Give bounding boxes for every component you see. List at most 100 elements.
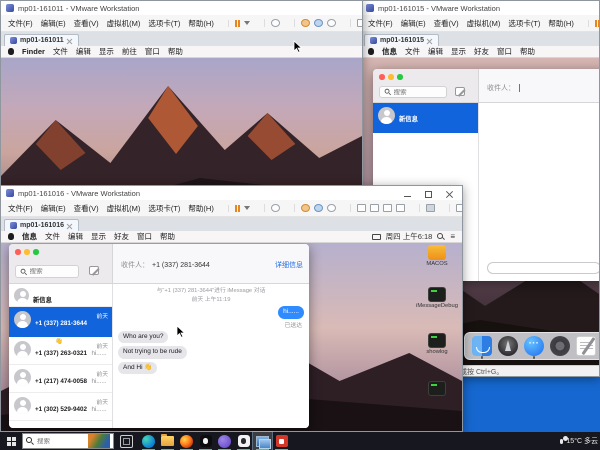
taskbar-weather[interactable]: 15°C 多云 <box>560 436 600 446</box>
minimize-button[interactable] <box>404 196 411 197</box>
display-settings-button[interactable] <box>426 204 435 212</box>
mac-menu-edit[interactable]: 编辑 <box>76 46 91 57</box>
desktop-icon-partial[interactable] <box>415 381 459 396</box>
mac-menu-window[interactable]: 窗口 <box>497 46 512 57</box>
spotlight-icon[interactable] <box>437 233 445 241</box>
mac-menu-buddies[interactable]: 好友 <box>474 46 489 57</box>
menu-file[interactable]: 文件(F) <box>8 203 33 214</box>
menu-file[interactable]: 文件(F) <box>8 18 33 29</box>
mac-menu-window[interactable]: 窗口 <box>137 231 152 242</box>
menu-vm[interactable]: 虚拟机(M) <box>107 203 141 214</box>
mac-menu-edit[interactable]: 编辑 <box>428 46 443 57</box>
notification-center-icon[interactable]: ≡ <box>450 233 455 241</box>
taskbar-edge[interactable] <box>139 432 158 450</box>
to-value[interactable]: +1 (337) 281-3644 <box>152 262 210 269</box>
taskbar-itunes-dark[interactable] <box>196 432 215 450</box>
mac-menu-go[interactable]: 前往 <box>122 46 137 57</box>
menu-help[interactable]: 帮助(H) <box>188 18 213 29</box>
menu-help[interactable]: 帮助(H) <box>548 18 573 29</box>
desktop-icon-showlog[interactable]: showlog <box>415 333 459 355</box>
console-view-button[interactable] <box>370 204 379 212</box>
menu-tabs[interactable]: 选项卡(T) <box>508 18 540 29</box>
mac-menu-file[interactable]: 文件 <box>53 46 68 57</box>
desktop-icon-imessagedebug[interactable]: iMessageDebug <box>415 287 459 309</box>
suspend-button[interactable] <box>595 20 600 27</box>
conversation-337-281-3644[interactable]: +1 (337) 281-3644 And Hi 👋 前天 <box>9 307 112 337</box>
compose-button[interactable] <box>455 87 465 96</box>
taskbar-file-explorer[interactable] <box>158 432 177 450</box>
menu-edit[interactable]: 编辑(E) <box>401 18 426 29</box>
conversation-217-474-0058[interactable]: +1 (217) 474-0058 hi...... 前天 <box>9 365 112 393</box>
search-highlight-image[interactable] <box>88 434 110 448</box>
mac-menu-help[interactable]: 帮助 <box>168 46 183 57</box>
compose-button[interactable] <box>89 266 99 275</box>
taskbar-firefox[interactable] <box>177 432 196 450</box>
apple-menu-icon[interactable] <box>8 48 14 55</box>
menu-tabs[interactable]: 选项卡(T) <box>148 203 180 214</box>
taskbar-search-box[interactable] <box>22 433 114 449</box>
minimize-traffic-light[interactable] <box>24 249 30 255</box>
send-cad-button[interactable] <box>271 204 280 212</box>
menu-vm[interactable]: 虚拟机(M) <box>107 18 141 29</box>
zoom-traffic-light[interactable] <box>33 249 39 255</box>
details-link[interactable]: 详细信息 <box>275 260 303 270</box>
task-view-button[interactable] <box>120 435 133 448</box>
taskbar-red-app[interactable] <box>272 432 291 450</box>
take-snapshot-button[interactable] <box>301 19 310 27</box>
tab-close-icon[interactable] <box>67 223 73 229</box>
launchpad-dock-icon[interactable] <box>498 336 518 356</box>
thumbnail-view-button[interactable] <box>383 204 392 212</box>
apple-menu-icon[interactable] <box>368 48 374 55</box>
fullscreen-button[interactable] <box>456 204 463 212</box>
take-snapshot-button[interactable] <box>301 204 310 212</box>
finder-dock-icon[interactable] <box>472 336 492 356</box>
window-a-titlebar[interactable]: mp01-161011 - VMware Workstation <box>1 1 362 15</box>
close-traffic-light[interactable] <box>379 74 385 80</box>
mac-menu-show[interactable]: 显示 <box>451 46 466 57</box>
menu-view[interactable]: 查看(V) <box>74 203 99 214</box>
conversation-302-529-9402[interactable]: +1 (302) 529-9402 hi...... 前天 <box>9 393 112 421</box>
close-button[interactable] <box>446 190 454 198</box>
suspend-dropdown-icon[interactable] <box>244 206 250 210</box>
menu-file[interactable]: 文件(F) <box>368 18 393 29</box>
conversation-337-263-0321[interactable]: +1 (337) 263-0321 hi...... 前天 <box>9 337 112 365</box>
taskbar-search-input[interactable] <box>37 438 85 445</box>
search-field[interactable] <box>15 265 79 278</box>
mac-menu-help[interactable]: 帮助 <box>520 46 535 57</box>
window-c-titlebar[interactable]: mp01-161016 - VMware Workstation <box>1 186 462 200</box>
mac-menu-help[interactable]: 帮助 <box>160 231 175 242</box>
tab-mp01-161011[interactable]: mp01-161011 <box>4 34 79 46</box>
screen-sharing-icon[interactable] <box>372 234 381 240</box>
search-field[interactable] <box>379 86 447 98</box>
revert-snapshot-button[interactable] <box>314 19 323 27</box>
minimize-traffic-light[interactable] <box>388 74 394 80</box>
apple-menu-icon[interactable] <box>8 233 14 240</box>
mac-menu-finder[interactable]: Finder <box>22 47 45 56</box>
menu-vm[interactable]: 虚拟机(M) <box>467 18 501 29</box>
suspend-button[interactable] <box>235 205 241 212</box>
tab-close-icon[interactable] <box>67 38 73 44</box>
menu-help[interactable]: 帮助(H) <box>188 203 213 214</box>
start-button[interactable] <box>0 432 22 450</box>
mac-menu-messages[interactable]: 信息 <box>22 231 37 242</box>
mac-menu-buddies[interactable]: 好友 <box>114 231 129 242</box>
conversation-new-message[interactable]: 新信息 <box>9 284 112 307</box>
mac-menu-window[interactable]: 窗口 <box>145 46 160 57</box>
textedit-dock-icon[interactable] <box>576 336 596 356</box>
snapshot-manager-button[interactable] <box>327 204 336 212</box>
menubar-clock[interactable]: 周四 上午6:18 <box>386 231 433 242</box>
suspend-dropdown-icon[interactable] <box>244 21 250 25</box>
show-library-button[interactable] <box>357 19 363 27</box>
close-traffic-light[interactable] <box>15 249 21 255</box>
mac-menu-edit[interactable]: 编辑 <box>68 231 83 242</box>
tab-close-icon[interactable] <box>427 38 433 44</box>
window-b-titlebar[interactable]: mp01-161015 - VMware Workstation <box>361 1 599 15</box>
chat-pane-b[interactable] <box>479 103 599 281</box>
mac-menu-show[interactable]: 显示 <box>99 46 114 57</box>
mac-menu-file[interactable]: 文件 <box>45 231 60 242</box>
chat-pane-c[interactable]: 与“+1 (337) 281-3644”进行 iMessage 对话 前天 上午… <box>113 284 309 428</box>
mac-menu-show[interactable]: 显示 <box>91 231 106 242</box>
imessage-input[interactable] <box>487 262 599 274</box>
tab-mp01-161015[interactable]: mp01-161015 <box>364 34 439 46</box>
messages-dock-icon[interactable] <box>524 336 544 356</box>
